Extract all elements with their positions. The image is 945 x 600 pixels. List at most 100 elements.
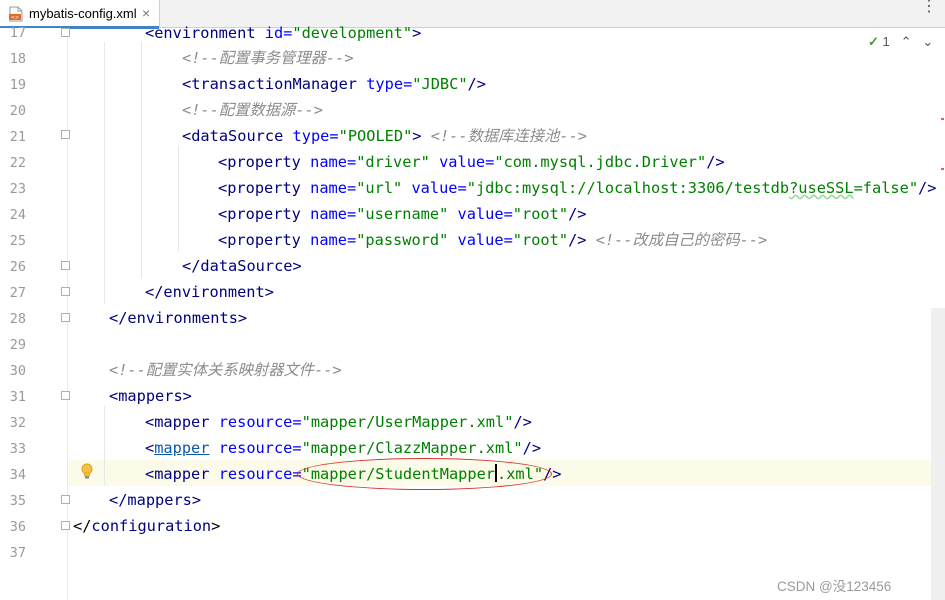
- tag-bracket: <: [145, 413, 155, 431]
- attr-value: "mapper/ClazzMapper.xml": [301, 439, 523, 457]
- tag-bracket: <: [218, 179, 228, 197]
- tag-bracket: <: [218, 153, 228, 171]
- tag-bracket: <: [145, 24, 155, 42]
- editor-tab-bar: <> mybatis-config.xml × ⋮: [0, 0, 945, 29]
- highlight-ellipse: [297, 458, 552, 490]
- attr-value: "mapper/UserMapper.xml": [301, 413, 514, 431]
- tag-bracket: <: [145, 465, 155, 483]
- indent-guide: [178, 146, 179, 252]
- attr-value: "root": [512, 231, 569, 249]
- code-line-32[interactable]: <mapper resource="mapper/UserMapper.xml"…: [145, 409, 532, 435]
- fold-marker[interactable]: [61, 130, 70, 139]
- tag-bracket: />: [568, 205, 587, 223]
- more-options-icon[interactable]: ⋮: [921, 0, 937, 15]
- attr-value: =false": [853, 179, 919, 197]
- inspection-widget[interactable]: ✓ 1 ⌃ ⌄: [868, 34, 933, 50]
- attr-eq: =: [292, 439, 302, 457]
- attr-value: "jdbc:mysql://localhost:3306/testdb: [466, 179, 790, 197]
- tag-bracket: <: [218, 231, 228, 249]
- tag-name-link[interactable]: mapper: [154, 439, 209, 457]
- fold-marker[interactable]: [61, 391, 70, 400]
- tag-bracket: />: [467, 75, 486, 93]
- code-line-27[interactable]: </environment>: [145, 279, 274, 305]
- attr-value: "url": [356, 179, 403, 197]
- closing-tag: </environment>: [145, 283, 274, 301]
- line-number: 20: [9, 103, 26, 119]
- code-line-21[interactable]: <dataSource type="POOLED"> <!--数据库连接池-->: [182, 123, 587, 149]
- tag-name: property: [227, 205, 301, 223]
- code-line-31[interactable]: <mappers>: [109, 383, 192, 409]
- line-number-gutter: 17 18 19 20 21 22 23 24 25 26 27 28 29 30 31 32 33 34 35 36…: [0, 25, 67, 600]
- line-number: 22: [9, 155, 26, 171]
- code-line-23[interactable]: <property name="url" value="jdbc:mysql:/…: [218, 175, 936, 201]
- attr-name: value: [411, 179, 458, 197]
- tag-bracket: />: [918, 179, 937, 197]
- fold-marker[interactable]: [61, 313, 70, 322]
- indent-guide: [104, 42, 105, 304]
- attr-name: value: [457, 231, 504, 249]
- comment: <!--数据库连接池-->: [430, 127, 587, 145]
- code-line-36[interactable]: </configuration>: [73, 513, 220, 539]
- tag-name: configuration: [91, 517, 212, 535]
- attr-name: name: [310, 205, 347, 223]
- fold-marker[interactable]: [61, 28, 70, 37]
- code-line-28[interactable]: </environments>: [109, 305, 247, 331]
- closing-tag: </dataSource>: [182, 257, 302, 275]
- code-line-24[interactable]: <property name="username" value="root"/>: [218, 201, 586, 227]
- tag-name: mapper: [154, 413, 210, 431]
- check-icon: ✓: [868, 34, 879, 49]
- code-line-18[interactable]: <!--配置事务管理器-->: [182, 45, 354, 71]
- tag-name: property: [227, 231, 301, 249]
- attr-eq: =: [346, 179, 357, 197]
- comment: <!--配置事务管理器-->: [182, 49, 354, 67]
- code-line-22[interactable]: <property name="driver" value="com.mysql…: [218, 149, 725, 175]
- code-line-17[interactable]: <environment id="development">: [145, 20, 421, 46]
- code-line-30[interactable]: <!--配置实体关系映射器文件-->: [109, 357, 342, 383]
- tag-bracket: <: [218, 205, 228, 223]
- line-number: 17: [9, 25, 26, 41]
- tag-name: property: [227, 153, 301, 171]
- tag-bracket: />: [522, 439, 542, 457]
- code-line-20[interactable]: <!--配置数据源-->: [182, 97, 323, 123]
- attr-eq: =: [503, 205, 513, 223]
- attr-eq: =: [283, 24, 293, 42]
- attr-value: "driver": [356, 153, 430, 171]
- attr-value: "com.mysql.jdbc.Driver": [494, 153, 707, 171]
- closing-tag: </mappers>: [109, 491, 202, 509]
- attr-value: "root": [512, 205, 569, 223]
- tag-bracket: <: [182, 75, 192, 93]
- tag-name: mapper: [154, 465, 210, 483]
- inspection-count: 1: [882, 34, 890, 49]
- code-line-19[interactable]: <transactionManager type="JDBC"/>: [182, 71, 486, 97]
- attr-eq: =: [403, 75, 413, 93]
- comment: <!--改成自己的密码-->: [595, 231, 768, 249]
- code-line-25[interactable]: <property name="password" value="root"/>…: [218, 227, 767, 253]
- line-number: 21: [9, 129, 26, 145]
- close-icon[interactable]: ×: [142, 5, 150, 21]
- attr-value: "JDBC": [412, 75, 468, 93]
- fold-marker[interactable]: [61, 287, 70, 296]
- fold-marker[interactable]: [61, 495, 70, 504]
- line-number: 30: [9, 363, 26, 379]
- attr-eq: =: [346, 231, 357, 249]
- tag-bracket: </: [73, 517, 92, 535]
- line-number: 36: [9, 519, 26, 535]
- attr-name: type: [292, 127, 330, 145]
- tag-bracket: >: [412, 24, 422, 42]
- fold-marker[interactable]: [61, 261, 70, 270]
- attr-name: value: [457, 205, 504, 223]
- attr-eq: =: [346, 153, 357, 171]
- tag-bracket: <: [182, 127, 192, 145]
- vertical-scrollbar[interactable]: [931, 308, 945, 600]
- code-line-33[interactable]: <mapper resource="mapper/ClazzMapper.xml…: [145, 435, 541, 461]
- next-highlight-icon[interactable]: ⌄: [922, 34, 933, 49]
- line-number: 35: [9, 493, 26, 509]
- previous-highlight-icon[interactable]: ⌃: [901, 34, 912, 49]
- scroll-marker: [941, 118, 944, 120]
- lightbulb-icon[interactable]: [80, 463, 94, 481]
- tag-bracket: >: [412, 127, 422, 145]
- fold-marker[interactable]: [61, 521, 70, 530]
- code-line-35[interactable]: </mappers>: [109, 487, 201, 513]
- line-number: 34: [9, 467, 26, 483]
- code-line-26[interactable]: </dataSource>: [182, 253, 302, 279]
